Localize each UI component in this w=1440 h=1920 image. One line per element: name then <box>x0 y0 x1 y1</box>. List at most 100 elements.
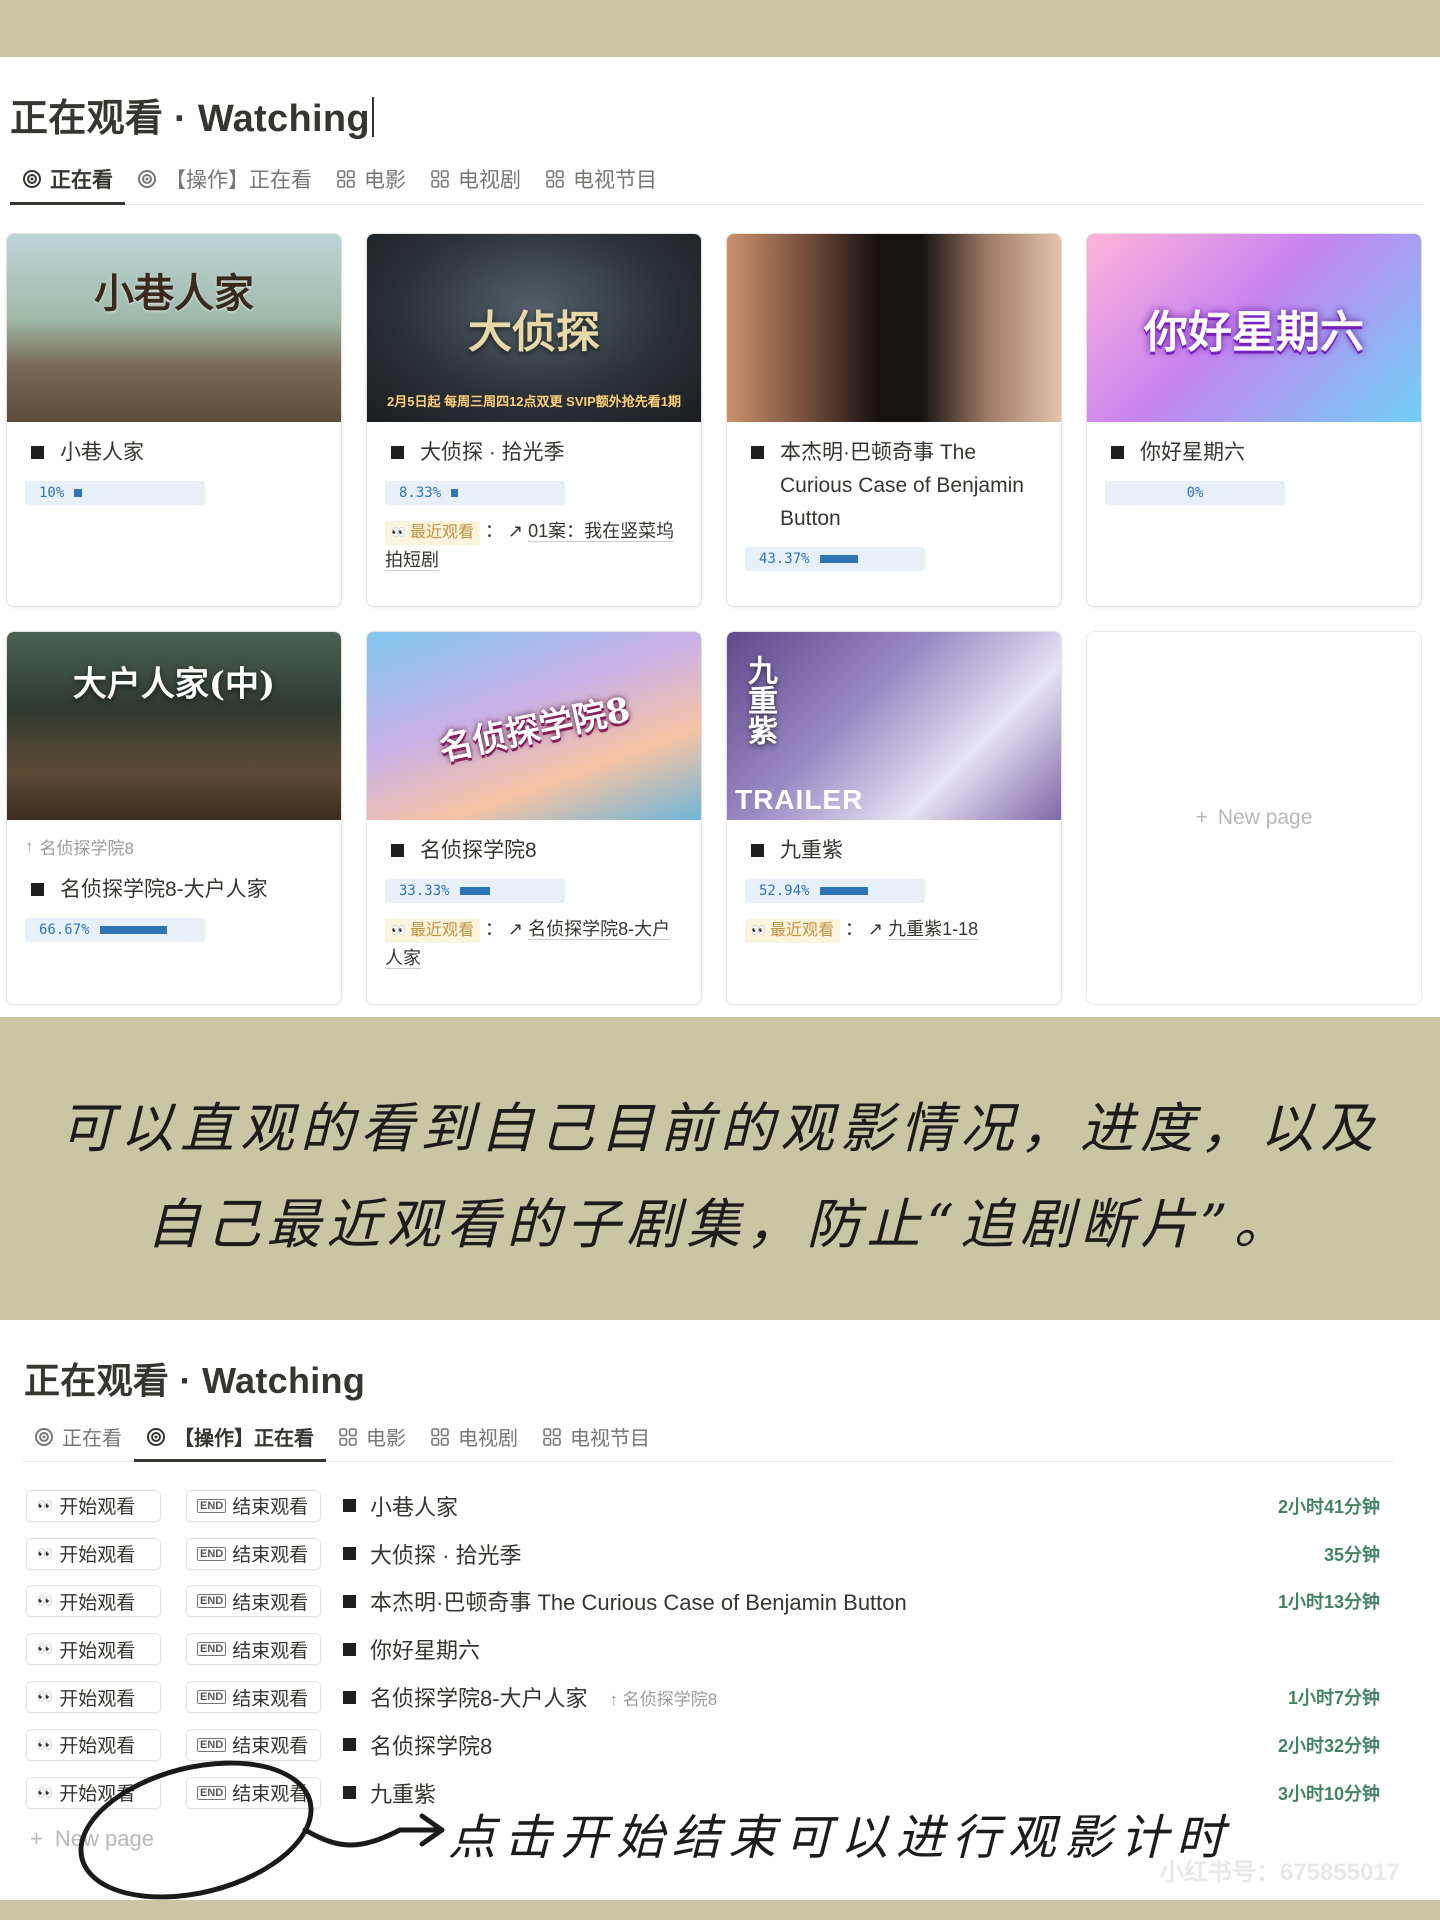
target-icon <box>23 169 41 188</box>
tab-label: 电视节目 <box>570 1428 650 1450</box>
target-icon <box>138 169 156 188</box>
cover-title-art: 大侦探 <box>468 307 600 358</box>
tab-watching[interactable]: 正在看 <box>10 153 125 205</box>
cover-title-art: 你好星期六 <box>1144 307 1364 358</box>
tab-tv-shows[interactable]: 电视节目 <box>530 1412 662 1461</box>
end-icon: END <box>197 1785 227 1800</box>
gallery-card[interactable]: 名侦探学院8 名侦探学院8 33.33% 👀 最近观看 ： ↗ 名侦探学院8-大户… <box>366 631 702 1005</box>
tab-tv-series[interactable]: 电视剧 <box>418 1412 530 1461</box>
grid-icon <box>431 169 449 188</box>
end-watching-button[interactable]: END 结束观看 <box>186 1633 321 1666</box>
tab-label: 电影 <box>364 168 406 192</box>
end-icon: END <box>197 1690 227 1705</box>
end-watching-button[interactable]: END 结束观看 <box>186 1489 321 1522</box>
page-title: 正在观看 · Watching <box>10 87 374 142</box>
parent-page-ref[interactable]: ↑ 名侦探学院8 <box>25 834 323 859</box>
tab-movies[interactable]: 电影 <box>324 153 418 204</box>
eyes-icon: 👀 <box>37 1497 54 1513</box>
new-page-button[interactable]: + New page <box>1086 631 1422 1005</box>
row-title[interactable]: 小巷人家 <box>343 1490 1220 1522</box>
new-page-label: New page <box>1217 806 1313 829</box>
table-row: 👀 开始观看 END 结束观看 名侦探学院8 2小时32分钟 <box>26 1721 1380 1769</box>
row-title[interactable]: 大侦探 · 拾光季 <box>343 1538 1220 1570</box>
tab-action-watching[interactable]: 【操作】正在看 <box>134 1412 326 1462</box>
grid-icon <box>337 169 355 188</box>
tab-label: 电视剧 <box>458 168 521 192</box>
new-page-label: New page <box>54 1826 154 1851</box>
recently-watched: 👀 最近观看 ： ↗ 九重紫1-18 <box>745 915 1043 944</box>
start-watching-button[interactable]: 👀 开始观看 <box>26 1728 161 1761</box>
cover-image <box>727 234 1061 422</box>
gallery-card[interactable]: 你好星期六 你好星期六 0% <box>1086 233 1422 607</box>
text-caret <box>371 97 374 137</box>
start-watching-button[interactable]: 👀 开始观看 <box>26 1776 161 1809</box>
gallery-card[interactable]: 本杰明·巴顿奇事 The Curious Case of Benjamin Bu… <box>726 233 1062 607</box>
page-icon <box>343 1738 356 1752</box>
tab-movies[interactable]: 电影 <box>326 1412 418 1461</box>
page-icon <box>391 446 404 459</box>
duration: 1小时7分钟 <box>1287 1688 1380 1709</box>
watch-list: 👀 开始观看 END 结束观看 小巷人家 2小时41分钟 👀 开始观看 END 结束观看… <box>26 1482 1380 1817</box>
page-icon <box>31 446 44 459</box>
start-watching-button[interactable]: 👀 开始观看 <box>26 1681 161 1714</box>
table-row: 👀 开始观看 END 结束观看 名侦探学院8-大户人家 ↑ 名侦探学院8 1小时7分钟 <box>26 1673 1380 1721</box>
tab-tv-series[interactable]: 电视剧 <box>418 153 533 204</box>
row-title[interactable]: 名侦探学院8-大户人家 ↑ 名侦探学院8 <box>343 1681 1220 1713</box>
tab-watching[interactable]: 正在看 <box>22 1412 134 1461</box>
gallery-card[interactable]: 大户人家(中) ↑ 名侦探学院8 名侦探学院8-大户人家 66.67% <box>6 631 342 1005</box>
start-watching-button[interactable]: 👀 开始观看 <box>26 1633 161 1666</box>
card-title: 名侦探学院8-大户人家 <box>25 873 323 906</box>
end-watching-button[interactable]: END 结束观看 <box>186 1585 321 1618</box>
start-watching-button[interactable]: 👀 开始观看 <box>26 1537 161 1570</box>
start-watching-button[interactable]: 👀 开始观看 <box>26 1585 161 1618</box>
page-icon <box>343 1690 356 1704</box>
eyes-icon: 👀 <box>37 1641 54 1657</box>
page-icon <box>343 1547 356 1561</box>
progress-bar: 66.67% <box>25 918 205 942</box>
end-watching-button[interactable]: END 结束观看 <box>186 1728 321 1761</box>
cover-image: 名侦探学院8 <box>367 632 701 820</box>
tab-action-watching[interactable]: 【操作】正在看 <box>125 153 324 204</box>
page-icon <box>751 844 764 857</box>
new-page-button[interactable]: + New page <box>30 1826 154 1852</box>
page-icon <box>1111 446 1124 459</box>
row-title[interactable]: 你好星期六 <box>343 1633 1220 1665</box>
gallery-card[interactable]: 九重紫 TRAILER 九重紫 52.94% 👀 最近观看 ： ↗ 九重紫1-18 <box>726 631 1062 1005</box>
link-icon: ↗ <box>867 919 884 939</box>
end-icon: END <box>197 1737 227 1752</box>
parent-page-ref[interactable]: ↑ 名侦探学院8 <box>610 1685 718 1710</box>
end-watching-button[interactable]: END 结束观看 <box>186 1681 321 1714</box>
page-icon <box>343 1499 356 1513</box>
page-title: 正在观看 · Watching <box>24 1360 366 1401</box>
cover-image: 小巷人家 <box>7 234 341 422</box>
grid-icon <box>546 169 564 188</box>
link-icon: ↗ <box>507 919 524 939</box>
recently-watched: 👀 最近观看 ： ↗ 01案：我在竖菜坞拍短剧 <box>385 517 683 575</box>
gallery-grid: 小巷人家 小巷人家 10% 大侦探 2月5日起 每周三周四12点双更 SVIP额… <box>6 233 1424 1005</box>
page-icon <box>343 1642 356 1656</box>
gallery-card[interactable]: 小巷人家 小巷人家 10% <box>6 233 342 607</box>
tab-label: 【操作】正在看 <box>174 1428 314 1450</box>
parent-arrow-icon: ↑ <box>25 836 34 856</box>
view-tabs: 正在看 【操作】正在看 电影 电视剧 电视节目 <box>10 153 1424 205</box>
gallery-card[interactable]: 大侦探 2月5日起 每周三周四12点双更 SVIP额外抢先看1期 大侦探 · 拾… <box>366 233 702 607</box>
view-tabs: 正在看 【操作】正在看 电影 电视剧 电视节目 <box>22 1412 1394 1462</box>
card-title: 九重紫 <box>745 834 1043 867</box>
start-watching-button[interactable]: 👀 开始观看 <box>26 1489 161 1522</box>
cover-title-art: 小巷人家 <box>94 270 254 318</box>
recent-tag: 👀 最近观看 <box>385 918 480 943</box>
row-title[interactable]: 本杰明·巴顿奇事 The Curious Case of Benjamin Bu… <box>343 1585 1220 1617</box>
card-title: 本杰明·巴顿奇事 The Curious Case of Benjamin Bu… <box>745 436 1043 535</box>
page-icon <box>343 1594 356 1608</box>
grid-icon <box>431 1427 449 1446</box>
cover-caption: 2月5日起 每周三周四12点双更 SVIP额外抢先看1期 <box>387 394 681 409</box>
duration: 3小时10分钟 <box>1277 1783 1380 1804</box>
row-title[interactable]: 名侦探学院8 <box>343 1729 1220 1761</box>
end-watching-button[interactable]: END 结束观看 <box>186 1776 321 1809</box>
end-watching-button[interactable]: END 结束观看 <box>186 1537 321 1570</box>
tab-tv-shows[interactable]: 电视节目 <box>533 153 669 204</box>
duration: 35分钟 <box>1323 1544 1380 1565</box>
eyes-icon: 👀 <box>391 525 406 539</box>
recent-tag: 👀 最近观看 <box>385 520 480 545</box>
recent-episode-link[interactable]: 九重紫1-18 <box>888 919 979 940</box>
